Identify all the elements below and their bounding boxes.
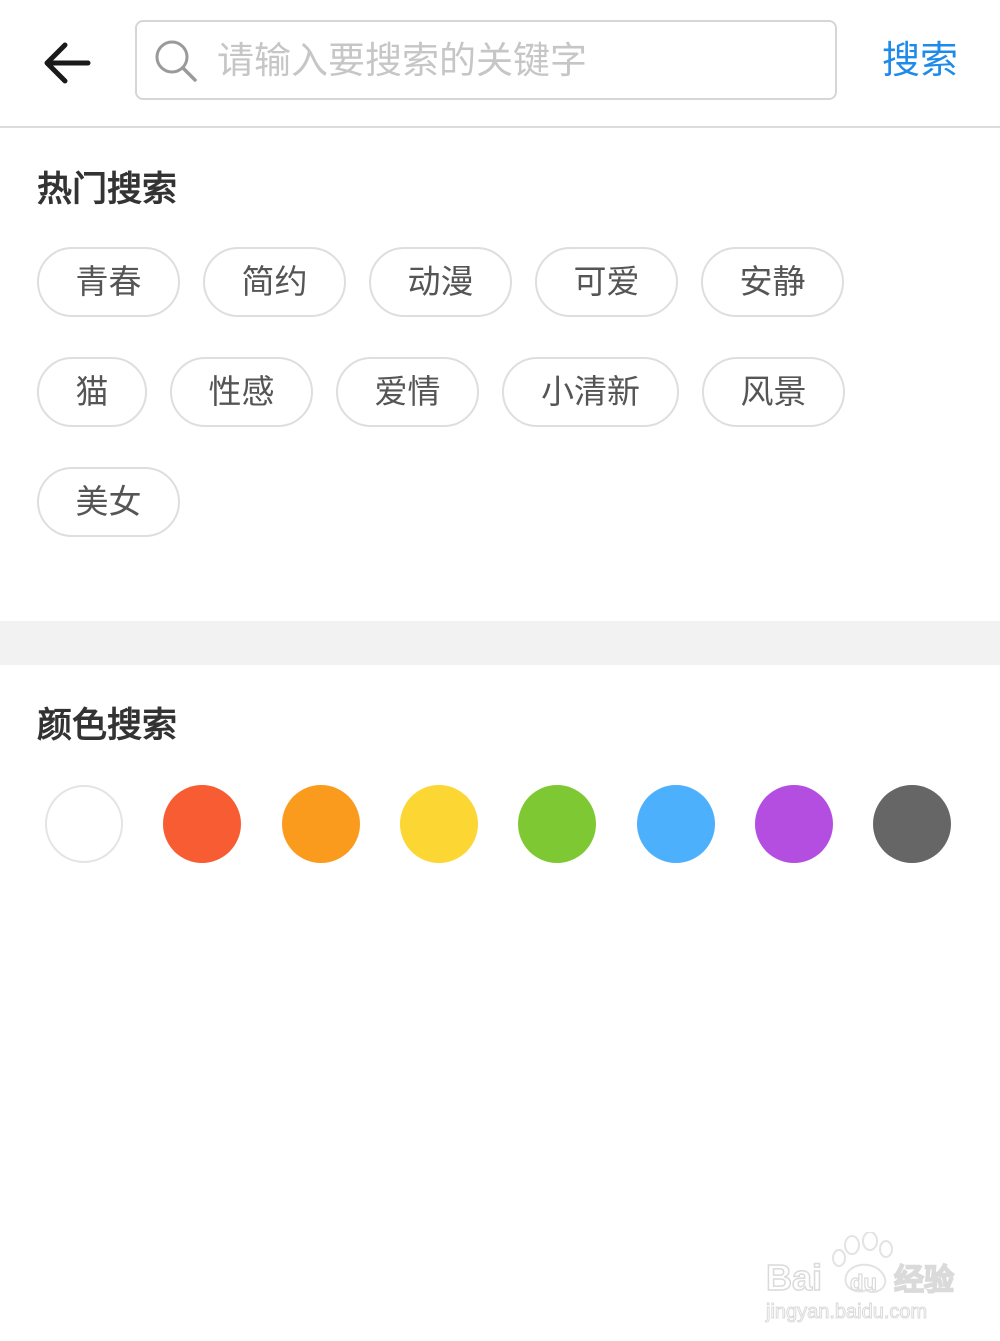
tag-xiaoqingxin[interactable]: 小清新 bbox=[502, 357, 679, 427]
tag-jianyue[interactable]: 简约 bbox=[203, 247, 346, 317]
search-input[interactable] bbox=[217, 30, 817, 90]
tag-keai[interactable]: 可爱 bbox=[535, 247, 678, 317]
hot-search-title: 热门搜索 bbox=[37, 170, 178, 210]
tag-dongman[interactable]: 动漫 bbox=[369, 247, 512, 317]
color-search-title: 颜色搜索 bbox=[37, 706, 178, 746]
color-swatch-green[interactable] bbox=[518, 785, 596, 863]
tag-meinv[interactable]: 美女 bbox=[37, 467, 180, 537]
hot-search-tags: 青春 简约 动漫 可爱 安静 猫 性感 爱情 小清新 风景 美女 bbox=[37, 247, 967, 577]
search-page: 搜索 热门搜索 青春 简约 动漫 可爱 安静 猫 性感 爱情 小清新 风景 美女… bbox=[0, 0, 1000, 1341]
baidu-jingyan-watermark: Bai 经验 du jingyan.baidu.com bbox=[762, 1231, 972, 1327]
tag-qingchun[interactable]: 青春 bbox=[37, 247, 180, 317]
color-swatch-red[interactable] bbox=[163, 785, 241, 863]
section-divider bbox=[0, 621, 1000, 665]
tag-row: 猫 性感 爱情 小清新 风景 bbox=[37, 357, 967, 427]
tag-row: 美女 bbox=[37, 467, 967, 537]
tag-xinggan[interactable]: 性感 bbox=[170, 357, 313, 427]
tag-fengjing[interactable]: 风景 bbox=[702, 357, 845, 427]
color-swatch-white[interactable] bbox=[45, 785, 123, 863]
color-swatch-yellow[interactable] bbox=[400, 785, 478, 863]
baidu-paw-logo: Bai 经验 du jingyan.baidu.com bbox=[765, 1231, 955, 1324]
tag-mao[interactable]: 猫 bbox=[37, 357, 147, 427]
svg-text:jingyan.baidu.com: jingyan.baidu.com bbox=[765, 1301, 927, 1323]
color-swatch-purple[interactable] bbox=[755, 785, 833, 863]
tag-anjing[interactable]: 安静 bbox=[701, 247, 844, 317]
svg-text:du: du bbox=[850, 1270, 877, 1295]
svg-text:经验: 经验 bbox=[894, 1263, 954, 1298]
search-box[interactable] bbox=[135, 20, 837, 100]
color-swatch-gray[interactable] bbox=[873, 785, 951, 863]
color-swatches bbox=[45, 785, 955, 865]
tag-aiqing[interactable]: 爱情 bbox=[336, 357, 479, 427]
color-swatch-blue[interactable] bbox=[637, 785, 715, 863]
tag-row: 青春 简约 动漫 可爱 安静 bbox=[37, 247, 967, 317]
search-icon bbox=[155, 40, 197, 82]
arrow-left-icon bbox=[44, 42, 91, 84]
color-swatch-orange[interactable] bbox=[282, 785, 360, 863]
search-button[interactable]: 搜索 bbox=[868, 30, 972, 90]
svg-text:Bai: Bai bbox=[766, 1257, 822, 1298]
back-button[interactable] bbox=[40, 36, 96, 92]
search-header: 搜索 bbox=[0, 0, 1000, 128]
